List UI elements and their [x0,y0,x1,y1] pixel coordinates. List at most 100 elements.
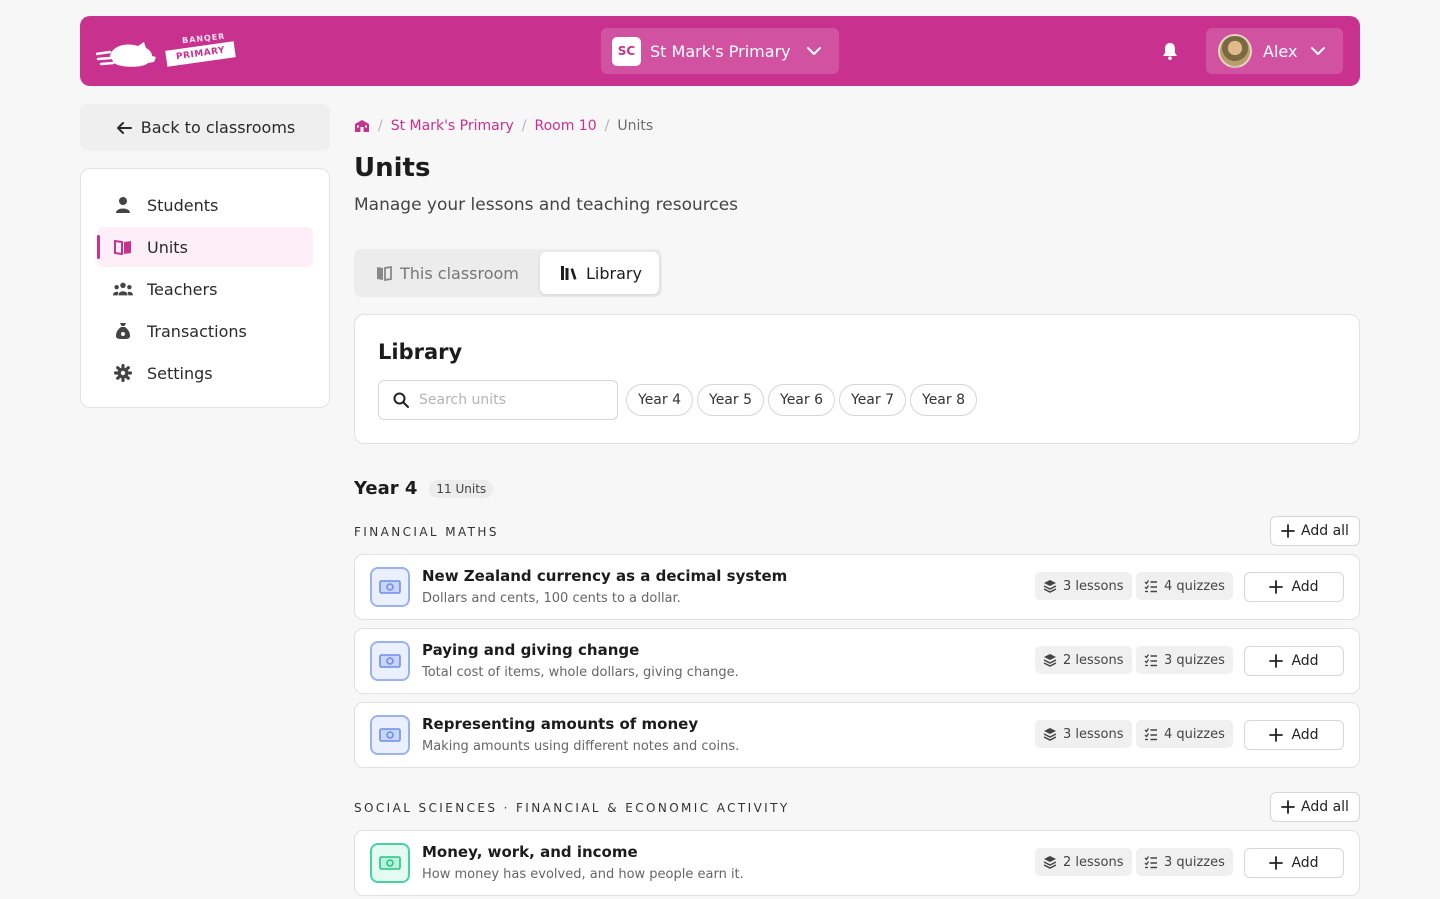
layers-icon [1043,728,1057,741]
sidebar-item-transactions[interactable]: Transactions [97,311,313,351]
year-filter-pill[interactable]: Year 8 [910,384,977,416]
year-filter-pill[interactable]: Year 7 [839,384,906,416]
checklist-icon [1144,856,1157,869]
lessons-count-chip: 2 lessons [1035,848,1132,876]
quizzes-count-chip: 4 quizzes [1136,572,1233,600]
year-filter-pill[interactable]: Year 4 [626,384,693,416]
add-all-label: Add all [1301,523,1349,539]
plus-icon [1269,654,1284,668]
book-icon [377,265,392,281]
year-filter-pill[interactable]: Year 6 [768,384,835,416]
year-filter-pill[interactable]: Year 5 [697,384,764,416]
banqer-logo[interactable]: BANQER PRIMARY [96,30,256,74]
school-selector[interactable]: SC St Mark's Primary [601,28,839,74]
unit-title: Representing amounts of money [422,715,699,733]
person-icon [113,196,133,214]
unit-row[interactable]: Money, work, and income How money has ev… [354,830,1360,896]
page-title: Units [354,153,431,183]
sidebar-item-teachers[interactable]: Teachers [97,269,313,309]
sidebar-item-label: Units [147,237,188,257]
add-unit-button[interactable]: Add [1244,848,1344,878]
plus-icon [1269,728,1284,742]
money-bag-icon [113,322,133,340]
add-label: Add [1291,727,1319,743]
search-input[interactable] [419,392,609,408]
add-label: Add [1291,653,1319,669]
layers-icon [1043,580,1057,593]
sidebar-item-label: Transactions [147,321,247,341]
users-icon [113,281,133,297]
section-label: FINANCIAL MATHS [354,525,499,539]
unit-row[interactable]: Representing amounts of money Making amo… [354,702,1360,768]
banknote-icon [370,567,410,607]
add-unit-button[interactable]: Add [1244,720,1344,750]
lessons-count: 3 lessons [1063,578,1124,594]
plus-icon [1269,856,1284,870]
add-all-button[interactable]: Add all [1270,792,1360,822]
library-panel: Library Year 4 Year 5 Year 6 Year 7 Year… [354,314,1360,444]
breadcrumb-school-link[interactable]: St Mark's Primary [391,118,514,134]
checklist-icon [1144,654,1157,667]
book-icon [113,239,133,255]
avatar [1218,34,1252,68]
quizzes-count-chip: 3 quizzes [1136,848,1233,876]
school-building-icon[interactable] [354,119,370,133]
banknote-icon [370,715,410,755]
checklist-icon [1144,728,1157,741]
section-label: SOCIAL SCIENCES · FINANCIAL & ECONOMIC A… [354,801,790,815]
logo-word-primary: PRIMARY [165,41,237,67]
search-box[interactable] [378,380,618,420]
plus-icon [1281,800,1295,814]
unit-title: Money, work, and income [422,843,638,861]
add-unit-button[interactable]: Add [1244,572,1344,602]
lessons-count: 3 lessons [1063,726,1124,742]
unit-row[interactable]: Paying and giving change Total cost of i… [354,628,1360,694]
tab-label: This classroom [400,263,519,283]
user-name: Alex [1263,41,1298,61]
add-all-button[interactable]: Add all [1270,516,1360,546]
add-unit-button[interactable]: Add [1244,646,1344,676]
quizzes-count: 4 quizzes [1164,578,1225,594]
breadcrumb-separator: / [378,118,383,134]
top-bar: BANQER PRIMARY SC St Mark's Primary Alex [80,16,1360,86]
breadcrumb-separator: / [521,118,527,134]
unit-description: Total cost of items, whole dollars, givi… [422,665,739,680]
layers-icon [1043,654,1057,667]
school-initials-badge: SC [612,36,641,66]
checklist-icon [1144,580,1157,593]
add-label: Add [1291,855,1319,871]
library-title: Library [378,340,463,364]
quizzes-count: 4 quizzes [1164,726,1225,742]
unit-description: Making amounts using different notes and… [422,739,740,754]
sidebar-item-label: Students [147,195,219,215]
layers-icon [1043,856,1057,869]
breadcrumb: / St Mark's Primary / Room 10 / Units [354,118,653,134]
lessons-count-chip: 3 lessons [1035,572,1132,600]
quizzes-count: 3 quizzes [1164,652,1225,668]
sidebar-item-label: Teachers [147,279,218,299]
sidebar-item-units[interactable]: Units [97,227,313,267]
unit-row[interactable]: New Zealand currency as a decimal system… [354,554,1360,620]
banknote-icon [370,843,410,883]
add-label: Add [1291,579,1319,595]
add-all-label: Add all [1301,799,1349,815]
sidebar-item-settings[interactable]: Settings [97,353,313,393]
sidebar-item-students[interactable]: Students [97,185,313,225]
back-to-classrooms-button[interactable]: Back to classrooms [80,104,330,151]
unit-description: How money has evolved, and how people ea… [422,867,744,882]
sidebar-item-label: Settings [147,363,213,383]
tab-this-classroom[interactable]: This classroom [376,252,519,294]
lessons-count-chip: 3 lessons [1035,720,1132,748]
chevron-down-icon [1311,47,1325,55]
bell-icon[interactable] [1160,41,1180,61]
sidebar-nav: Students Units Teachers Transactions Set… [80,168,330,408]
library-books-icon [561,266,577,280]
tab-library[interactable]: Library [540,252,659,294]
quizzes-count: 3 quizzes [1164,854,1225,870]
unit-description: Dollars and cents, 100 cents to a dollar… [422,591,681,606]
user-menu[interactable]: Alex [1206,28,1343,74]
breadcrumb-room-link[interactable]: Room 10 [534,118,596,134]
lessons-count: 2 lessons [1063,652,1124,668]
plus-icon [1269,580,1284,594]
page-subtitle: Manage your lessons and teaching resourc… [354,195,739,215]
